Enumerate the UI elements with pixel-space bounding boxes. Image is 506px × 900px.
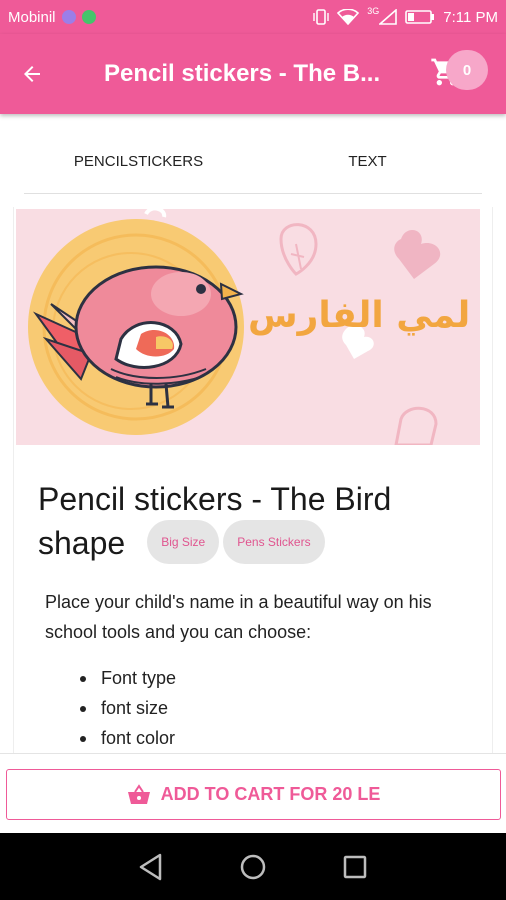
- product-description: Place your child's name in a beautiful w…: [45, 592, 432, 642]
- add-to-cart-label: ADD TO CART FOR 20 LE: [160, 784, 381, 804]
- status-bar: Mobinil 3G 7:11 PM: [0, 0, 506, 34]
- add-to-cart-button[interactable]: ADD TO CART FOR 20 LE: [6, 769, 501, 820]
- basket-icon: [127, 783, 151, 806]
- chip-big-size[interactable]: Big Size: [147, 519, 220, 564]
- battery-icon: [405, 10, 435, 24]
- tab-text[interactable]: TEXT: [253, 134, 482, 193]
- feature-list: Font type font size font color: [80, 663, 176, 753]
- list-item: Font type: [80, 663, 176, 693]
- signal-icon: 3G: [367, 6, 398, 25]
- product-title: Pencil stickers - The Bird shape Big Size…: [38, 477, 468, 568]
- product-image: لمي الفارس: [16, 209, 480, 445]
- bottom-action-area: ADD TO CART FOR 20 LE: [0, 753, 506, 833]
- triangle-back-icon: [139, 853, 162, 880]
- nav-back-button[interactable]: [131, 847, 171, 887]
- product-card: لمي الفارس Pencil stickers - The Bird sh…: [13, 207, 493, 767]
- chip-pens-stickers[interactable]: Pens Stickers: [223, 519, 325, 564]
- nav-home-button[interactable]: [233, 847, 273, 887]
- nav-recents-button[interactable]: [335, 847, 375, 887]
- page-title: Pencil stickers - The B...: [104, 60, 381, 87]
- status-time: 7:11 PM: [443, 8, 498, 26]
- circle-home-icon: [240, 854, 266, 879]
- vibrate-icon: [313, 8, 329, 26]
- tab-pencilstickers[interactable]: PENCILSTICKERS: [24, 134, 253, 193]
- network-type-label: 3G: [367, 6, 380, 16]
- system-nav-bar: [0, 833, 506, 900]
- wifi-icon: [337, 9, 360, 25]
- carrier-label: Mobinil: [8, 8, 56, 26]
- viber-icon: [61, 10, 76, 24]
- app-bar: Pencil stickers - The B... 0: [0, 34, 506, 114]
- list-item: font size: [80, 693, 176, 723]
- cart-button[interactable]: 0: [426, 34, 506, 114]
- cart-count-badge: 0: [446, 50, 488, 90]
- list-item: font color: [80, 723, 176, 753]
- tab-bar: PENCILSTICKERS TEXT: [24, 134, 482, 194]
- square-recents-icon: [343, 855, 367, 878]
- whatsapp-icon: [81, 10, 96, 24]
- product-image-name-text: لمي الفارس: [248, 295, 471, 336]
